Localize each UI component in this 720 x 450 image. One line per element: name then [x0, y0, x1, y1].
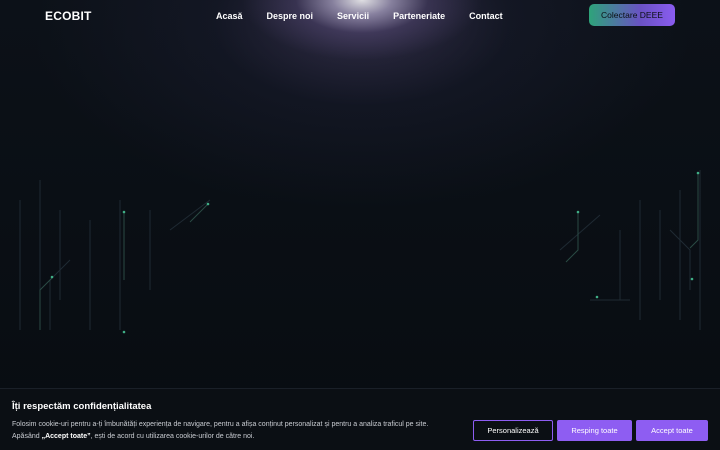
nav-link-services[interactable]: Servicii [333, 9, 373, 23]
cookie-text-bold: „Accept toate” [41, 433, 91, 440]
site-header: ECOBIT Acasă Despre noi Servicii Partene… [0, 0, 720, 32]
page: ECOBIT Acasă Despre noi Servicii Partene… [0, 0, 720, 450]
nav-link-contact[interactable]: Contact [465, 9, 507, 23]
main-nav: Acasă Despre noi Servicii Parteneriate C… [212, 9, 523, 23]
cookie-banner-title: Îți respectăm confidențialitatea [12, 401, 152, 412]
nav-link-home[interactable]: Acasă [212, 9, 247, 23]
circuit-background [19, 170, 701, 334]
cookie-banner: Îți respectăm confidențialitatea Folosim… [0, 388, 720, 450]
logo[interactable]: ECOBIT [45, 9, 92, 23]
accept-all-button[interactable]: Accept toate [636, 420, 708, 441]
cookie-banner-text: Folosim cookie-uri pentru a-ți îmbunătăț… [12, 419, 467, 443]
nav-link-about[interactable]: Despre noi [263, 9, 318, 23]
cookie-text-prefix: Apăsând [12, 433, 42, 440]
collect-weee-button[interactable]: Colectare DEEE [589, 4, 675, 26]
nav-link-partnerships[interactable]: Parteneriate [389, 9, 449, 23]
cookie-text-suffix: , ești de acord cu utilizarea cookie-uri… [90, 433, 255, 440]
reject-all-button[interactable]: Resping toate [557, 420, 632, 441]
cookie-text-line1: Folosim cookie-uri pentru a-ți îmbunătăț… [12, 421, 429, 428]
customize-cookies-button[interactable]: Personalizează [473, 420, 553, 441]
